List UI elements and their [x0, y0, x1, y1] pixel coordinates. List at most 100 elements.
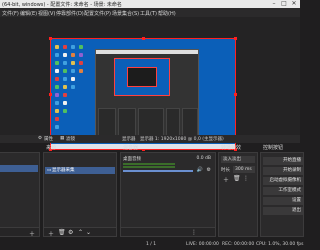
remove-source-icon[interactable]: 🗑	[58, 229, 66, 236]
gear-icon[interactable]: ⚙	[38, 136, 42, 141]
audio-mixer-dock: 混音器 桌面音频 0.0 dB 🔊 ⚙ ⋮	[120, 145, 216, 237]
resize-handle-left[interactable]	[49, 93, 52, 96]
remove-transition-icon[interactable]: 🗑	[233, 175, 241, 182]
desktop-icon	[79, 69, 83, 73]
volume-slider[interactable]	[123, 170, 193, 172]
transition-type-select[interactable]: 淡入淡出	[221, 156, 255, 163]
sources-dock: 来源 ▭ 显示器采集 ＋ 🗑 ⚙ ⌃ ⌄	[43, 145, 117, 238]
captured-window-titlebar	[96, 50, 198, 54]
desktop-icon	[63, 101, 67, 105]
desktop-icon	[63, 69, 67, 73]
monitor-icon: ▭	[47, 168, 52, 173]
resize-handle-top[interactable]	[142, 37, 145, 40]
resize-handle-right[interactable]	[234, 93, 237, 96]
captured-panel	[138, 108, 164, 136]
source-item[interactable]: ▭ 显示器采集	[45, 167, 115, 174]
cpu-fps: CPU: 1.0%, 30.00 fps	[256, 242, 304, 247]
transition-menu-icon[interactable]: ⋮	[243, 175, 249, 182]
desktop-icon	[55, 69, 59, 73]
settings-button[interactable]: 设置	[263, 197, 303, 205]
properties-button[interactable]: 属性	[44, 136, 53, 142]
volume-meter	[123, 163, 175, 165]
menu-profile[interactable]: 配置文件(P)	[84, 10, 111, 17]
desktop-icon	[63, 85, 67, 89]
studio-mode-button[interactable]: 工作室模式	[263, 187, 303, 195]
resize-handle-tl[interactable]	[49, 37, 52, 40]
move-up-icon[interactable]: ⌃	[78, 229, 83, 236]
preview-area[interactable]	[0, 17, 300, 151]
desktop-icon	[63, 109, 67, 113]
controls-title: 控制按钮	[263, 145, 284, 151]
scenes-dock: ＋	[0, 152, 40, 238]
move-down-icon[interactable]: ⌄	[86, 229, 91, 236]
desktop-icon	[71, 53, 75, 57]
desktop-icon	[71, 61, 75, 65]
start-recording-button[interactable]: 开始录制	[263, 167, 303, 175]
mixer-track-db: 0.0 dB	[196, 156, 211, 161]
menu-tools[interactable]: 工具(T)	[140, 10, 157, 17]
menu-view[interactable]: 视图(V)	[38, 10, 55, 17]
menu-scene-collection[interactable]: 场景集合(S)	[112, 10, 139, 17]
scenes-toolbar: ＋	[0, 227, 39, 238]
desktop-icon	[71, 45, 75, 49]
desktop-icon	[79, 61, 83, 65]
add-scene-icon[interactable]: ＋	[29, 229, 35, 238]
desktop-icon	[63, 45, 67, 49]
mixer-track-name: 桌面音频	[123, 157, 141, 162]
menu-help[interactable]: 帮助(H)	[158, 10, 176, 17]
mixer-menu-icon[interactable]: ⋮	[191, 229, 197, 236]
exit-button[interactable]: 退出	[263, 207, 303, 215]
desktop-icon	[71, 85, 75, 89]
speaker-icon[interactable]: 🔊	[197, 167, 203, 173]
captured-panel	[98, 108, 116, 136]
start-virtual-camera-button[interactable]: 启动虚拟摄像机	[263, 177, 303, 185]
display-select[interactable]: 显示器 1: 1920x1080 @ 0,0 (主显示器)	[140, 136, 224, 142]
desktop-icon	[71, 77, 75, 81]
rec-timer: REC: 00:00:00	[222, 242, 255, 247]
duration-input[interactable]: 300 ms	[233, 166, 255, 173]
source-name-label: 显示器	[122, 137, 136, 142]
duration-label: 时长	[221, 168, 230, 173]
menu-file[interactable]: 文件(F)	[2, 10, 19, 17]
scene-item[interactable]	[0, 165, 38, 172]
filters-button[interactable]: 滤镜	[66, 136, 75, 142]
desktop-icon	[55, 53, 59, 57]
controls-dock: 控制按钮 开始直播 开始录制 启动虚拟摄像机 工作室模式 设置 退出	[260, 145, 304, 237]
captured-panel	[166, 108, 180, 136]
mixer-title: 混音器	[123, 145, 139, 151]
desktop-icon	[55, 85, 59, 89]
minimize-button[interactable]: –	[270, 0, 278, 8]
menu-bar: 文件(F) 编辑(E) 视图(V) 停靠部件(D) 配置文件(P) 场景集合(S…	[0, 8, 300, 17]
captured-obs-window	[95, 49, 199, 137]
add-source-icon[interactable]: ＋	[48, 229, 54, 238]
desktop-icon	[55, 117, 59, 121]
desktop-icon	[55, 77, 59, 81]
desktop-icon	[63, 93, 67, 97]
desktop-icon	[55, 93, 59, 97]
resize-handle-tr[interactable]	[234, 37, 237, 40]
desktop-icon	[55, 61, 59, 65]
captured-taskbar	[51, 144, 235, 149]
mixer-gear-icon[interactable]: ⚙	[207, 167, 211, 173]
desktop-icon	[63, 53, 67, 57]
menu-edit[interactable]: 编辑(E)	[20, 10, 37, 17]
captured-panel	[118, 108, 136, 136]
preview-canvas[interactable]	[49, 37, 237, 151]
add-transition-icon[interactable]: ＋	[223, 175, 229, 184]
start-streaming-button[interactable]: 开始直播	[263, 157, 303, 165]
window-titlebar: (64-bit, windows) - 配置文件: 未命名 - 场景: 未命名 …	[0, 0, 300, 8]
close-button[interactable]: ✕	[290, 0, 298, 8]
scene-transitions-dock: 转场特效 淡入淡出 时长 300 ms ＋ 🗑 ⋮	[218, 145, 258, 237]
transitions-title: 转场特效	[221, 145, 242, 151]
captured-panel	[182, 108, 198, 136]
desktop-icon	[55, 125, 59, 129]
window-title: (64-bit, windows) - 配置文件: 未命名 - 场景: 未命名	[2, 2, 122, 8]
filter-icon[interactable]: ▦	[60, 136, 64, 141]
source-item-label: 显示器采集	[52, 168, 75, 173]
volume-meter	[123, 166, 175, 168]
menu-docks[interactable]: 停靠部件(D)	[56, 10, 84, 17]
maximize-button[interactable]: □	[280, 0, 288, 8]
source-settings-icon[interactable]: ⚙	[68, 229, 73, 236]
desktop-icon	[79, 45, 83, 49]
sources-toolbar: ＋ 🗑 ⚙ ⌃ ⌄	[44, 227, 116, 238]
